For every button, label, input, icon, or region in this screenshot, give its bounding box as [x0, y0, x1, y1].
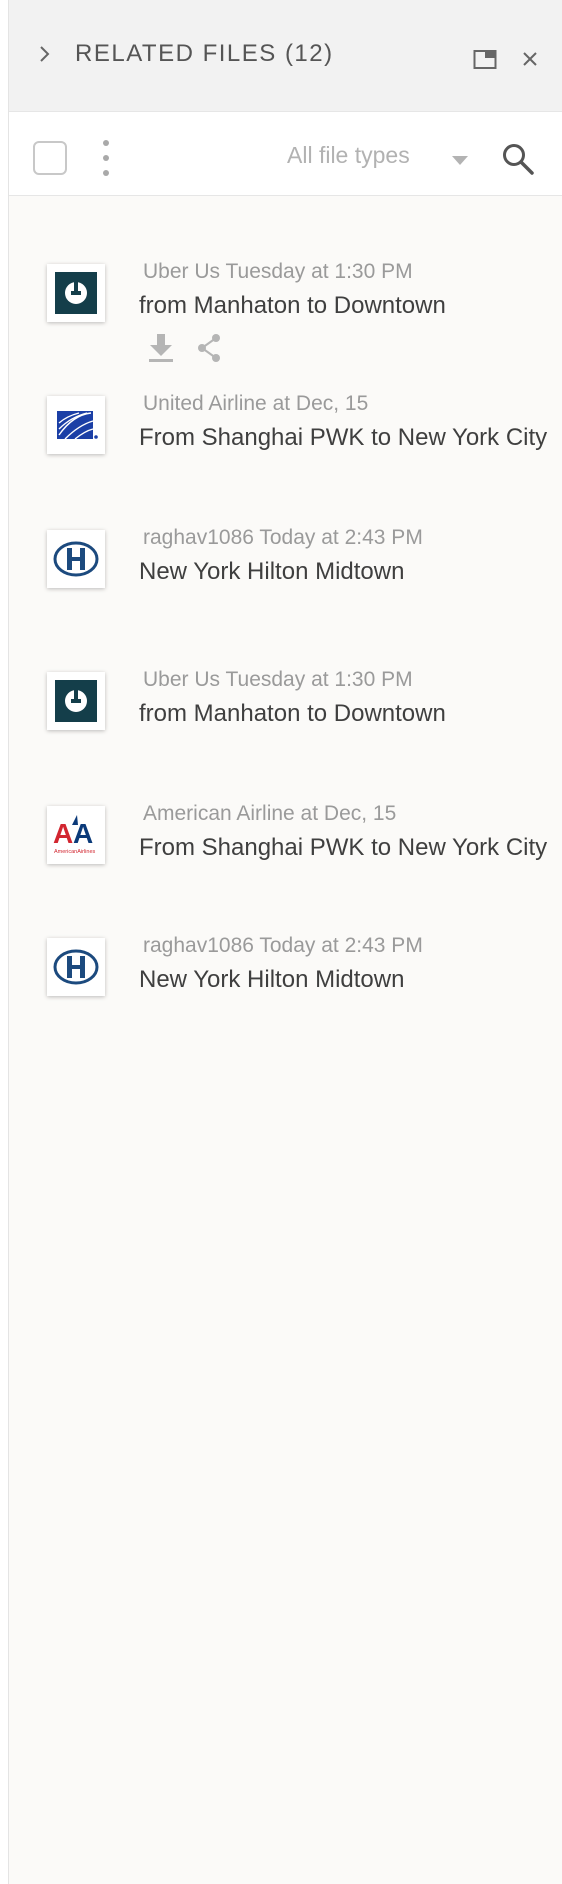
share-icon[interactable]: [195, 332, 223, 364]
svg-text:A: A: [53, 818, 73, 849]
hilton-logo-icon: [47, 530, 105, 588]
file-name[interactable]: from Manhaton to Downtown: [139, 292, 549, 320]
uber-logo-icon: [47, 264, 105, 322]
file-list-item[interactable]: Uber Us Tuesday at 1:30 PM from Manhaton…: [9, 668, 562, 752]
file-list-item[interactable]: Uber Us Tuesday at 1:30 PM from Manhaton…: [9, 260, 562, 362]
file-list-item[interactable]: raghav1086 Today at 2:43 PM New York Hil…: [9, 526, 562, 610]
hilton-logo-icon: [47, 938, 105, 996]
file-name[interactable]: New York Hilton Midtown: [139, 558, 549, 586]
uber-logo-icon: [47, 672, 105, 730]
file-list-item[interactable]: A A AmericanAirlines American Airline at…: [9, 802, 562, 886]
download-icon[interactable]: [147, 332, 175, 364]
file-meta: raghav1086 Today at 2:43 PM: [143, 934, 423, 957]
file-list-item[interactable]: raghav1086 Today at 2:43 PM New York Hil…: [9, 934, 562, 1018]
close-icon[interactable]: [521, 50, 539, 68]
svg-text:AmericanAirlines: AmericanAirlines: [54, 849, 96, 855]
file-meta: United Airline at Dec, 15: [143, 392, 369, 415]
more-vertical-icon[interactable]: [99, 140, 113, 176]
united-airlines-logo-icon: [47, 396, 105, 454]
files-toolbar: All file types: [9, 112, 562, 196]
file-name[interactable]: New York Hilton Midtown: [139, 966, 549, 994]
file-name[interactable]: From Shanghai PWK to New York City: [139, 834, 549, 862]
file-meta: American Airline at Dec, 15: [143, 802, 397, 825]
file-name[interactable]: From Shanghai PWK to New York City: [139, 424, 549, 452]
file-list-item[interactable]: United Airline at Dec, 15 From Shanghai …: [9, 392, 562, 476]
related-files-panel: RELATED FILES (12) All file types Uber U…: [8, 0, 562, 1884]
select-all-checkbox[interactable]: [33, 141, 67, 175]
file-meta: Uber Us Tuesday at 1:30 PM: [143, 668, 413, 691]
file-meta: raghav1086 Today at 2:43 PM: [143, 526, 423, 549]
panel-title: RELATED FILES (12): [75, 40, 334, 67]
search-icon[interactable]: [501, 142, 535, 176]
chevron-right-icon[interactable]: [37, 44, 53, 64]
panel-header: RELATED FILES (12): [9, 0, 562, 112]
file-name[interactable]: from Manhaton to Downtown: [139, 700, 549, 728]
caret-down-icon[interactable]: [451, 154, 469, 166]
file-meta: Uber Us Tuesday at 1:30 PM: [143, 260, 413, 283]
file-type-filter[interactable]: All file types: [287, 142, 410, 169]
american-airlines-logo-icon: A A AmericanAirlines: [47, 806, 105, 864]
popout-window-icon[interactable]: [473, 48, 497, 70]
